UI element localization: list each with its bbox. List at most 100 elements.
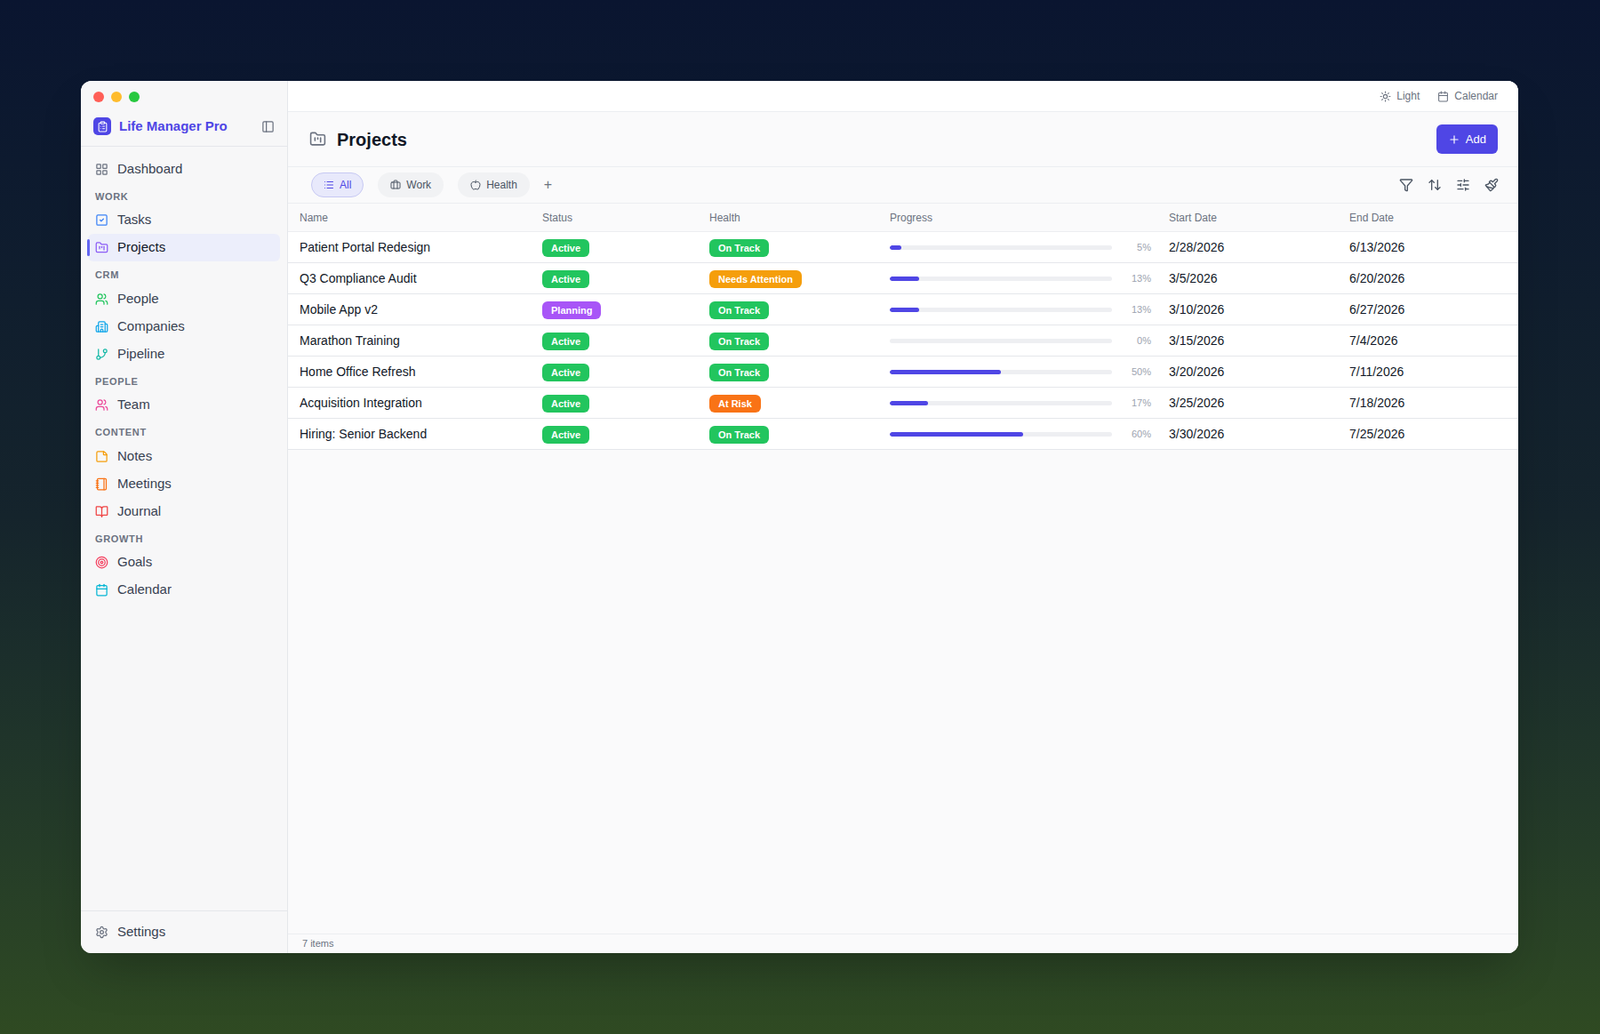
nav-icon — [95, 504, 109, 519]
settings-sliders-icon[interactable] — [1456, 177, 1471, 192]
project-name: Q3 Compliance Audit — [299, 269, 543, 288]
health-badge: Needs Attention — [709, 270, 802, 288]
table-row[interactable]: Mobile App v2PlanningOn Track13%3/10/202… — [288, 294, 1519, 326]
progress-bar — [889, 245, 1112, 250]
health-badge: At Risk — [709, 394, 761, 413]
sidebar-section-label: GROWTH — [88, 525, 280, 550]
sidebar-section-label: CRM — [88, 261, 280, 286]
sidebar-item[interactable]: Projects — [88, 233, 280, 262]
table-header: NameStatusHealthProgressStart DateEnd Da… — [288, 203, 1519, 232]
sidebar-item[interactable]: Companies — [88, 312, 280, 341]
nav-icon — [95, 583, 109, 597]
collapse-sidebar-icon[interactable] — [261, 120, 275, 134]
sidebar-nav: DashboardWORKTasksProjectsCRMPeopleCompa… — [80, 146, 288, 912]
sidebar-item[interactable]: Notes — [88, 442, 280, 471]
table-row[interactable]: Marathon TrainingActiveOn Track0%3/15/20… — [288, 325, 1519, 357]
progress-reading: 17% — [1112, 395, 1152, 411]
progress-fill — [889, 307, 920, 312]
sidebar-item[interactable]: Journal — [88, 497, 280, 526]
project-name: Marathon Training — [299, 331, 543, 351]
sidebar-item[interactable]: Meetings — [88, 470, 280, 498]
desktop: Life Manager ProDashboardWORKTasksProjec… — [0, 0, 1600, 1034]
table-row[interactable]: Q3 Compliance AuditActiveNeeds Attention… — [288, 263, 1519, 295]
status-badge: Active — [542, 239, 590, 257]
progress-fill — [889, 245, 902, 250]
nav-icon — [95, 477, 109, 491]
end-date: 6/20/2026 — [1349, 269, 1519, 288]
progress-reading: 50% — [1112, 364, 1152, 380]
sidebar-item[interactable]: Goals — [88, 548, 280, 576]
start-date: 3/15/2026 — [1168, 331, 1350, 351]
table-row[interactable]: Acquisition IntegrationActiveAt Risk17%3… — [288, 387, 1519, 419]
view-tab[interactable]: Health — [457, 172, 530, 198]
column-header[interactable]: Start Date — [1168, 209, 1350, 226]
settings-item[interactable]: Settings — [80, 910, 288, 953]
sidebar-section-label: CONTENT — [88, 418, 280, 443]
status-bar: 7 items — [288, 933, 1519, 953]
sidebar-item[interactable]: Pipeline — [88, 340, 280, 368]
topbar-button[interactable]: Calendar — [1437, 88, 1498, 104]
app-name: Life Manager Pro — [119, 116, 228, 137]
end-date: 7/25/2026 — [1349, 424, 1519, 444]
page-title: Projects — [336, 126, 408, 153]
nav-icon — [95, 398, 109, 412]
health-badge: On Track — [709, 301, 769, 320]
end-date: 7/11/2026 — [1349, 362, 1519, 382]
status-badge: Planning — [542, 301, 601, 320]
filter-icon[interactable] — [1399, 177, 1414, 192]
zoom-button[interactable] — [128, 91, 140, 103]
column-header[interactable]: Health — [709, 209, 890, 226]
start-date: 3/5/2026 — [1168, 269, 1350, 288]
minimize-button[interactable] — [111, 91, 122, 103]
paintbrush-icon[interactable] — [1484, 177, 1499, 192]
nav-icon — [95, 347, 109, 361]
end-date: 6/27/2026 — [1349, 300, 1519, 320]
topbar-button[interactable]: Light — [1379, 88, 1420, 104]
projects-icon — [309, 130, 327, 148]
end-date: 6/13/2026 — [1349, 238, 1519, 257]
view-tab[interactable]: All — [311, 172, 364, 198]
column-header[interactable]: Progress — [889, 209, 1169, 226]
health-badge: On Track — [709, 239, 769, 257]
progress-fill — [889, 369, 1001, 375]
gear-icon — [95, 925, 109, 939]
column-header[interactable]: End Date — [1349, 209, 1519, 226]
sidebar-item[interactable]: Tasks — [88, 206, 280, 234]
nav-icon — [95, 213, 109, 227]
main-panel: Light Calendar Projects Add All Work Health + Na… — [288, 80, 1519, 953]
nav-icon — [95, 555, 109, 569]
add-button[interactable]: Add — [1436, 124, 1498, 155]
top-bar: Light Calendar — [288, 80, 1519, 112]
close-button[interactable] — [93, 91, 104, 103]
progress-reading: 60% — [1112, 426, 1152, 442]
status-badge: Active — [542, 363, 590, 382]
progress-bar — [889, 276, 1112, 281]
view-tab[interactable]: Work — [377, 172, 444, 198]
progress-fill — [889, 400, 928, 406]
progress-reading: 13% — [1112, 302, 1152, 318]
column-header[interactable]: Name — [299, 209, 543, 226]
sort-icon[interactable] — [1427, 177, 1442, 192]
project-name: Hiring: Senior Backend — [299, 424, 543, 444]
table-row[interactable]: Hiring: Senior BackendActiveOn Track60%3… — [288, 418, 1519, 450]
health-badge: On Track — [709, 332, 769, 351]
start-date: 3/10/2026 — [1168, 300, 1350, 320]
sidebar-item[interactable]: People — [88, 285, 280, 313]
sidebar-item[interactable]: Dashboard — [88, 155, 280, 184]
health-badge: On Track — [709, 363, 769, 382]
sidebar-item[interactable]: Team — [88, 391, 280, 419]
project-name: Acquisition Integration — [299, 393, 543, 413]
nav-icon — [95, 162, 109, 176]
column-header[interactable]: Status — [542, 209, 710, 226]
table-row[interactable]: Patient Portal RedesignActiveOn Track5%2… — [288, 232, 1519, 264]
table-row[interactable]: Home Office RefreshActiveOn Track50%3/20… — [288, 356, 1519, 388]
start-date: 3/30/2026 — [1168, 424, 1350, 444]
start-date: 3/20/2026 — [1168, 362, 1350, 382]
sidebar-item[interactable]: Calendar — [88, 576, 280, 604]
app-window: Life Manager ProDashboardWORKTasksProjec… — [80, 80, 1519, 953]
progress-fill — [889, 432, 1024, 437]
sidebar-section-label: WORK — [88, 183, 280, 208]
nav-icon — [95, 292, 109, 306]
add-view-button[interactable]: + — [544, 177, 552, 192]
nav-icon — [95, 240, 109, 255]
